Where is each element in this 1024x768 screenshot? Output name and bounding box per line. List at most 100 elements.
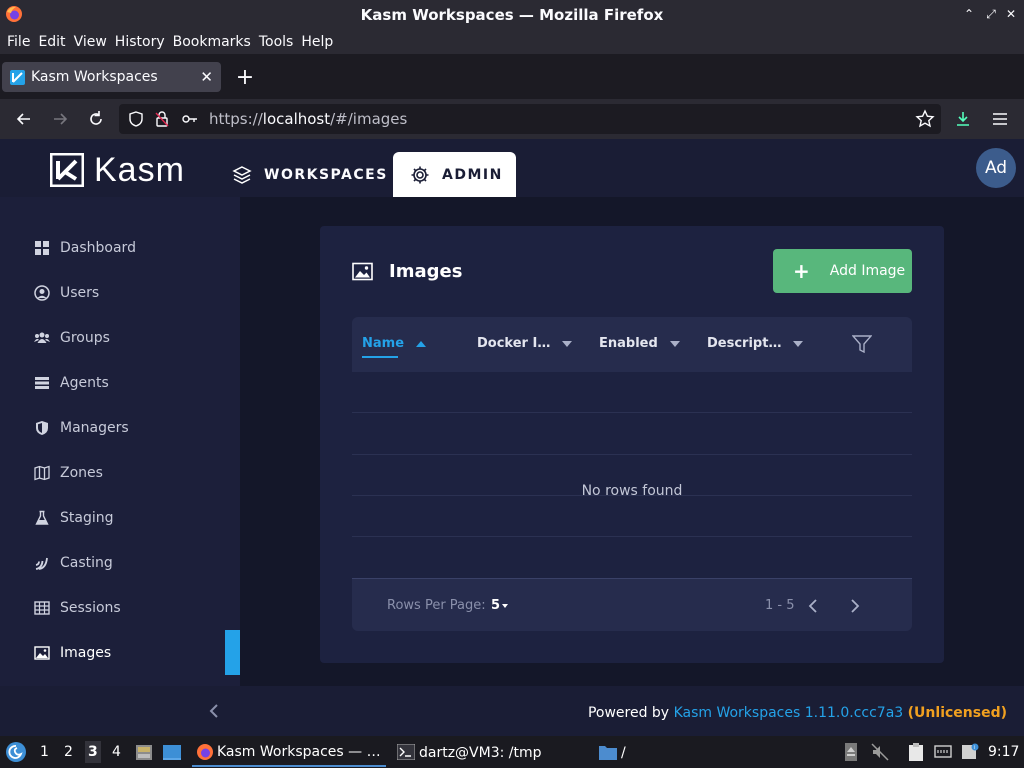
row-divider bbox=[352, 412, 912, 413]
powered-by-label: Powered by bbox=[587, 705, 670, 721]
task-firefox[interactable]: Kasm Workspaces — … bbox=[192, 738, 386, 767]
downloads-icon[interactable] bbox=[953, 109, 973, 129]
server-icon bbox=[35, 376, 49, 389]
kasm-favicon-icon bbox=[10, 69, 25, 85]
nav-admin-label: ADMIN bbox=[442, 166, 503, 183]
workspace-3[interactable]: 3 bbox=[88, 744, 98, 760]
sidebar-item-label: Groups bbox=[60, 329, 110, 346]
forward-icon[interactable] bbox=[50, 109, 70, 129]
new-tab-icon[interactable]: + bbox=[234, 64, 256, 90]
collapse-sidebar-icon[interactable] bbox=[206, 702, 224, 720]
key-icon[interactable] bbox=[180, 109, 200, 129]
cast-icon bbox=[35, 557, 48, 570]
window-titlebar: Kasm Workspaces — Mozilla Firefox bbox=[0, 0, 1024, 29]
menu-help[interactable]: Help bbox=[301, 34, 333, 50]
firefox-logo-icon bbox=[5, 5, 23, 23]
network-icon[interactable] bbox=[933, 742, 953, 762]
start-menu-icon[interactable] bbox=[5, 741, 27, 763]
chevron-down-icon[interactable] bbox=[502, 604, 508, 608]
sidebar-item-agents[interactable]: Agents bbox=[0, 360, 240, 405]
previous-page-icon[interactable] bbox=[806, 598, 820, 614]
tab-label: Kasm Workspaces bbox=[31, 69, 158, 85]
row-divider bbox=[352, 536, 912, 537]
avatar[interactable]: Ad bbox=[976, 148, 1016, 188]
sidebar-item-casting[interactable]: Casting bbox=[0, 540, 240, 585]
eject-icon[interactable] bbox=[843, 742, 863, 762]
workspace-2[interactable]: 2 bbox=[64, 744, 73, 760]
url-text[interactable]: https://localhost/#/images bbox=[209, 110, 407, 128]
chevron-down-icon bbox=[793, 340, 804, 347]
sidebar-item-dashboard[interactable]: Dashboard bbox=[0, 225, 240, 270]
task-files[interactable]: / bbox=[596, 738, 636, 767]
add-image-button[interactable]: + Add Image bbox=[773, 249, 912, 293]
menu-tools[interactable]: Tools bbox=[259, 34, 294, 50]
rows-per-page-label: Rows Per Page: bbox=[387, 598, 486, 613]
close-tab-icon[interactable]: ✕ bbox=[200, 68, 213, 86]
sidebar-item-staging[interactable]: Staging bbox=[0, 495, 240, 540]
back-icon[interactable] bbox=[14, 109, 34, 129]
tracking-shield-icon[interactable] bbox=[126, 109, 146, 129]
sidebar-item-sessions[interactable]: Sessions bbox=[0, 585, 240, 630]
window-title: Kasm Workspaces — Mozilla Firefox bbox=[360, 5, 664, 24]
sort-ascending-icon bbox=[416, 340, 427, 347]
table-icon bbox=[34, 600, 50, 615]
column-header-docker-image[interactable]: Docker I… bbox=[477, 336, 573, 351]
lock-insecure-icon[interactable] bbox=[152, 109, 172, 129]
kasm-logo[interactable]: Kasm bbox=[50, 151, 185, 189]
gear-icon bbox=[411, 166, 429, 183]
user-circle-icon bbox=[34, 284, 50, 301]
sort-underline bbox=[362, 356, 398, 358]
kasm-version-link[interactable]: Kasm Workspaces 1.11.0.ccc7a3 bbox=[674, 705, 904, 721]
minimize-icon[interactable]: ⌃ bbox=[962, 7, 976, 21]
menu-view[interactable]: View bbox=[74, 34, 107, 50]
reload-icon[interactable] bbox=[86, 109, 106, 129]
clipboard-icon[interactable] bbox=[907, 742, 927, 762]
dashboard-icon bbox=[35, 240, 49, 255]
rows-per-page-select[interactable]: 5 bbox=[491, 598, 500, 613]
filter-icon[interactable] bbox=[852, 335, 872, 353]
menubar: File Edit View History Bookmarks Tools H… bbox=[0, 29, 1024, 54]
image-icon bbox=[34, 645, 50, 660]
sidebar-item-users[interactable]: Users bbox=[0, 270, 240, 315]
add-image-label: Add Image bbox=[829, 263, 906, 279]
column-header-enabled[interactable]: Enabled bbox=[599, 336, 680, 351]
row-divider bbox=[352, 454, 912, 455]
volume-muted-icon[interactable] bbox=[870, 742, 890, 762]
browser-tab[interactable]: Kasm Workspaces ✕ bbox=[2, 62, 221, 92]
sidebar-item-label: Images bbox=[60, 644, 112, 661]
column-header-name[interactable]: Name bbox=[362, 336, 427, 351]
sidebar-item-managers[interactable]: Managers bbox=[0, 405, 240, 450]
file-cabinet-icon[interactable] bbox=[134, 742, 154, 762]
desktop-icon[interactable] bbox=[162, 742, 182, 762]
sidebar: Dashboard Users Groups Agents Managers Z… bbox=[0, 197, 240, 686]
nav-workspaces[interactable]: WORKSPACES bbox=[224, 152, 389, 197]
task-terminal-label: dartz@VM3: /tmp bbox=[419, 744, 542, 761]
column-header-description[interactable]: Descript… bbox=[707, 336, 804, 351]
powered-by: Powered by Kasm Workspaces 1.11.0.ccc7a3… bbox=[588, 705, 1007, 721]
sidebar-item-images[interactable]: Images bbox=[0, 630, 240, 675]
sidebar-item-label: Users bbox=[60, 284, 100, 301]
shield-icon bbox=[36, 420, 48, 435]
workspace-1[interactable]: 1 bbox=[40, 744, 49, 760]
menu-file[interactable]: File bbox=[7, 34, 30, 50]
hamburger-menu-icon[interactable] bbox=[990, 109, 1010, 129]
maximize-icon[interactable]: ⤢ bbox=[984, 7, 998, 21]
workspace-4[interactable]: 4 bbox=[112, 744, 121, 760]
plus-icon: + bbox=[793, 259, 810, 283]
menu-bookmarks[interactable]: Bookmarks bbox=[173, 34, 251, 50]
sidebar-item-label: Managers bbox=[60, 419, 129, 436]
notification-icon[interactable]: i bbox=[960, 742, 980, 762]
sidebar-item-groups[interactable]: Groups bbox=[0, 315, 240, 360]
task-terminal[interactable]: dartz@VM3: /tmp bbox=[393, 738, 573, 767]
chevron-down-icon bbox=[562, 340, 573, 347]
close-window-icon[interactable]: ✕ bbox=[1004, 7, 1018, 21]
nav-admin[interactable]: ADMIN bbox=[393, 152, 516, 197]
menu-edit[interactable]: Edit bbox=[38, 34, 65, 50]
flask-icon bbox=[35, 510, 49, 525]
task-firefox-label: Kasm Workspaces — … bbox=[217, 743, 381, 760]
menu-history[interactable]: History bbox=[115, 34, 165, 50]
bookmark-star-icon[interactable] bbox=[915, 109, 935, 129]
next-page-icon[interactable] bbox=[848, 598, 862, 614]
sidebar-item-zones[interactable]: Zones bbox=[0, 450, 240, 495]
users-icon bbox=[34, 332, 50, 343]
